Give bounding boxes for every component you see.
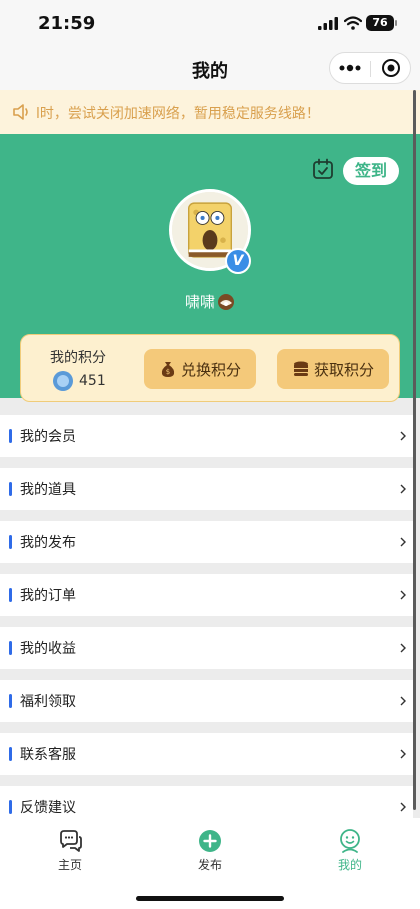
- chevron-right-icon: [400, 696, 406, 706]
- menu-item-label: 福利领取: [20, 694, 76, 710]
- menu-item-membership[interactable]: 我的会员: [0, 415, 413, 457]
- menu-accent-bar: [9, 694, 12, 708]
- tab-home[interactable]: 主页: [30, 828, 110, 876]
- tab-publish[interactable]: 发布: [170, 828, 250, 876]
- menu-accent-bar: [9, 588, 12, 602]
- cellular-signal-icon: [318, 17, 338, 30]
- menu-accent-bar: [9, 429, 12, 443]
- menu-item-props[interactable]: 我的道具: [0, 468, 413, 510]
- menu-accent-bar: [9, 482, 12, 496]
- user-icon: [340, 829, 360, 853]
- coin-stack-icon: [293, 361, 308, 376]
- status-bar: 21:59 76: [0, 0, 420, 46]
- verified-badge-icon: V: [225, 248, 251, 274]
- coconut-icon: [218, 293, 234, 310]
- svg-text:$: $: [166, 368, 170, 376]
- menu-item-support[interactable]: 联系客服: [0, 733, 413, 775]
- points-coin-icon: [53, 371, 73, 391]
- menu-accent-bar: [9, 535, 12, 549]
- menu-item-earnings[interactable]: 我的收益: [0, 627, 413, 669]
- username: 啸啸: [184, 293, 215, 311]
- menu-item-label: 我的道具: [20, 482, 76, 498]
- menu-item-orders[interactable]: 我的订单: [0, 574, 413, 616]
- more-button[interactable]: [330, 53, 370, 83]
- menu-item-label: 我的收益: [20, 641, 76, 657]
- notice-text: l时，尝试关闭加速网络，暂用稳定服务线路！: [36, 106, 320, 122]
- tab-home-label: 主页: [57, 858, 82, 872]
- menu-item-label: 联系客服: [20, 747, 76, 763]
- menu-item-posts[interactable]: 我的发布: [0, 521, 413, 563]
- more-dots-icon: [339, 64, 361, 72]
- earn-points-label: 获取积分: [313, 360, 374, 379]
- calendar-check-icon[interactable]: [312, 158, 334, 180]
- menu-item-label: 我的订单: [20, 588, 76, 604]
- points-value: 451: [79, 373, 106, 389]
- menu-accent-bar: [9, 641, 12, 655]
- tab-mine-label: 我的: [337, 858, 362, 872]
- scrollbar[interactable]: [413, 90, 416, 810]
- menu-item-label: 我的会员: [20, 429, 76, 445]
- menu-item-feedback[interactable]: 反馈建议: [0, 786, 413, 818]
- chevron-right-icon: [400, 431, 406, 441]
- home-indicator: [136, 896, 284, 901]
- plus-circle-icon: [199, 830, 221, 852]
- chevron-right-icon: [400, 749, 406, 759]
- chevron-right-icon: [400, 537, 406, 547]
- menu-accent-bar: [9, 800, 12, 814]
- wifi-icon: [344, 16, 362, 30]
- earn-points-button[interactable]: 获取积分: [277, 349, 389, 389]
- points-label: 我的积分: [50, 350, 106, 366]
- exchange-points-button[interactable]: $ 兑换积分: [144, 349, 256, 389]
- menu-item-label: 反馈建议: [20, 800, 76, 816]
- chevron-right-icon: [400, 484, 406, 494]
- status-time: 21:59: [38, 13, 96, 34]
- money-bag-icon: $: [161, 362, 175, 377]
- chevron-right-icon: [400, 643, 406, 653]
- mini-program-capsule: [329, 52, 411, 84]
- menu-accent-bar: [9, 747, 12, 761]
- chevron-right-icon: [400, 590, 406, 600]
- speaker-icon: [13, 104, 28, 120]
- menu-item-benefits[interactable]: 福利领取: [0, 680, 413, 722]
- exchange-points-label: 兑换积分: [180, 360, 241, 379]
- tab-publish-label: 发布: [197, 858, 222, 872]
- nav-bar: 我的: [0, 46, 420, 90]
- target-close-icon: [382, 59, 400, 77]
- notice-bar: l时，尝试关闭加速网络，暂用稳定服务线路！: [0, 90, 420, 134]
- tab-mine[interactable]: 我的: [310, 828, 390, 876]
- battery-indicator: 76: [366, 15, 397, 31]
- menu-item-label: 我的发布: [20, 535, 76, 551]
- bottom-tab-bar: 主页 发布 我的: [0, 818, 420, 909]
- checkin-button[interactable]: 签到: [343, 157, 399, 185]
- chevron-right-icon: [400, 802, 406, 812]
- close-mini-program-button[interactable]: [371, 53, 411, 83]
- chat-bubble-icon: [60, 830, 82, 852]
- points-card: 我的积分 451 $ 兑换积分 获取积分: [20, 334, 400, 402]
- username-row: 啸啸: [0, 291, 420, 312]
